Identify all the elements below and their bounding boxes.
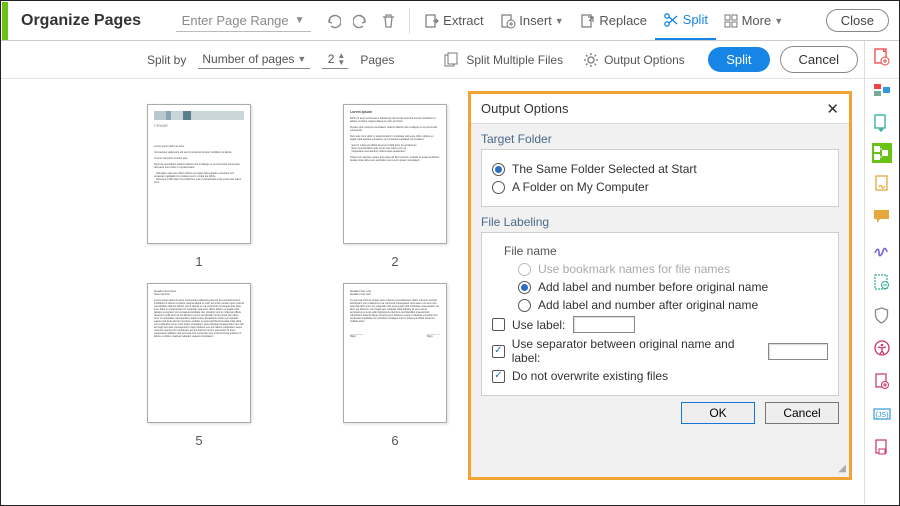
- split-by-label: Split by: [147, 53, 186, 67]
- chevron-down-icon: ▼: [295, 15, 305, 26]
- insert-button[interactable]: Insert▼: [492, 7, 572, 35]
- split-subtoolbar: Split by Number of pages▼ 2▲▼ Pages Spli…: [1, 41, 899, 79]
- dialog-ok-button[interactable]: OK: [681, 402, 755, 424]
- dialog-cancel-button[interactable]: Cancel: [765, 402, 839, 424]
- close-button[interactable]: Close: [826, 9, 889, 32]
- page-number: 1: [195, 254, 202, 269]
- accessibility-icon[interactable]: [872, 338, 892, 358]
- filename-before-radio[interactable]: Add label and number before original nam…: [518, 280, 828, 294]
- use-label-checkbox[interactable]: Use label:: [492, 316, 828, 333]
- protect-icon[interactable]: [872, 305, 892, 325]
- fill-sign-icon[interactable]: [872, 173, 892, 193]
- file-labeling-heading: File Labeling: [481, 215, 839, 229]
- page-range-input[interactable]: Enter Page Range▼: [176, 10, 311, 32]
- split-multiple-button[interactable]: Split Multiple Files: [444, 52, 563, 68]
- organize-pages-icon[interactable]: [872, 143, 892, 163]
- comment-icon[interactable]: [872, 206, 892, 226]
- output-options-button[interactable]: Output Options: [583, 52, 685, 68]
- main-toolbar: Organize Pages Enter Page Range▼ Extract…: [1, 1, 899, 41]
- split-action-button[interactable]: Split: [708, 47, 769, 72]
- page-thumb[interactable]: CRANELorem ipsum dolor sit ametConsectet…: [129, 104, 269, 269]
- filename-bookmark-radio: Use bookmark names for file names: [518, 262, 828, 276]
- attach-icon[interactable]: [872, 437, 892, 457]
- redact-icon[interactable]: [872, 272, 892, 292]
- dialog-title: Output Options: [481, 101, 568, 116]
- undo-icon[interactable]: [319, 7, 347, 35]
- output-options-dialog: Output Options ✕ Target Folder The Same F…: [471, 94, 849, 477]
- svg-text:{JS}: {JS}: [875, 412, 889, 419]
- use-separator-checkbox[interactable]: Use separator between original name and …: [492, 337, 828, 365]
- extract-button[interactable]: Extract: [416, 7, 492, 35]
- split-cancel-button[interactable]: Cancel: [780, 46, 858, 73]
- close-icon[interactable]: ✕: [826, 100, 839, 118]
- page-number: 5: [195, 433, 202, 448]
- redo-icon[interactable]: [347, 7, 375, 35]
- page-number: 2: [391, 254, 398, 269]
- label-input[interactable]: [573, 316, 635, 333]
- split-mode-dropdown[interactable]: Number of pages▼: [198, 50, 310, 69]
- filename-after-radio[interactable]: Add label and number after original name: [518, 298, 828, 312]
- export-pdf-icon[interactable]: [872, 113, 892, 133]
- combine-files-icon[interactable]: [872, 80, 892, 100]
- separator-input[interactable]: [768, 343, 828, 360]
- resize-handle-icon[interactable]: ◢: [838, 463, 846, 474]
- page-thumb[interactable]: Header line oneHeader line twoUt enim ad…: [325, 283, 465, 448]
- page-count-input[interactable]: 2▲▼: [322, 50, 348, 69]
- replace-button[interactable]: Replace: [572, 7, 655, 35]
- page-thumb[interactable]: Header text hereSecond lineLorem ipsum d…: [129, 283, 269, 448]
- more-button[interactable]: More▼: [716, 7, 791, 35]
- page-number: 6: [391, 433, 398, 448]
- pages-label: Pages: [360, 53, 394, 67]
- add-bookmark-icon[interactable]: [872, 371, 892, 391]
- trash-icon[interactable]: [375, 7, 403, 35]
- target-other-folder-radio[interactable]: A Folder on My Computer: [492, 180, 828, 194]
- sign-icon[interactable]: [872, 239, 892, 259]
- javascript-icon[interactable]: {JS}: [872, 404, 892, 424]
- no-overwrite-checkbox[interactable]: Do not overwrite existing files: [492, 369, 828, 383]
- target-same-folder-radio[interactable]: The Same Folder Selected at Start: [492, 162, 828, 176]
- target-folder-heading: Target Folder: [481, 132, 839, 146]
- right-rail: {JS}: [864, 41, 898, 504]
- page-thumb[interactable]: Lorem IpsumDolor sit amet consectetur ad…: [325, 104, 465, 269]
- file-name-label: File name: [504, 244, 828, 258]
- panel-title: Organize Pages: [21, 12, 141, 30]
- split-button[interactable]: Split: [655, 2, 716, 40]
- create-pdf-icon[interactable]: [872, 47, 892, 67]
